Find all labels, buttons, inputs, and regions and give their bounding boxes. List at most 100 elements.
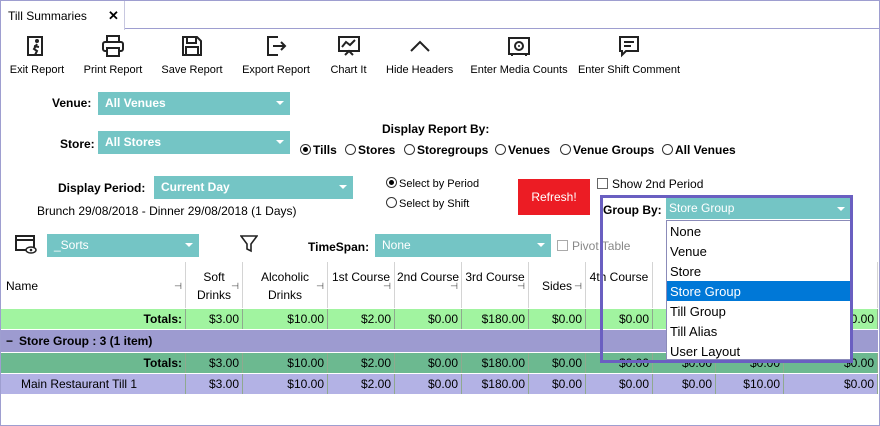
- column-header-alcoholic-drinks[interactable]: Alcoholic Drinks ⊣: [243, 262, 328, 308]
- table-cell: $0.00: [653, 374, 716, 394]
- table-cell: $180.00: [462, 309, 529, 329]
- view-icon[interactable]: [14, 234, 38, 256]
- venue-select[interactable]: All Venues: [98, 92, 290, 115]
- table-cell: $0.00: [395, 374, 462, 394]
- pin-icon[interactable]: ⊣: [450, 277, 458, 295]
- venue-label: Venue:: [52, 96, 92, 110]
- safe-icon: [508, 37, 530, 56]
- show-2nd-period-label: Show 2nd Period: [612, 177, 704, 191]
- exit-icon: [27, 36, 43, 56]
- column-header-3rd-course[interactable]: 3rd Course ⊣: [462, 262, 529, 308]
- radio-storegroups-label: Storegroups: [417, 143, 489, 157]
- header-label: 1st Course: [331, 270, 391, 284]
- chevron-down-icon: [537, 243, 545, 247]
- collapse-icon[interactable]: −: [6, 334, 13, 348]
- column-header-soft-drinks[interactable]: Soft Drinks ⊣: [186, 262, 243, 308]
- tab-till-summaries[interactable]: Till Summaries ✕: [1, 1, 125, 30]
- column-header-sides[interactable]: Sides ⊣: [529, 262, 586, 308]
- checkbox-box: [597, 178, 608, 189]
- table-cell: $0.00: [529, 309, 586, 329]
- timespan-label: TimeSpan:: [308, 240, 370, 254]
- print-report-button[interactable]: Print Report: [82, 34, 144, 76]
- table-cell: $2.00: [328, 353, 395, 373]
- show-2nd-period-checkbox[interactable]: Show 2nd Period: [597, 177, 703, 191]
- totals-label: Totals:: [1, 353, 186, 373]
- save-report-label: Save Report: [161, 64, 223, 76]
- radio-venue-groups-label: Venue Groups: [573, 143, 655, 157]
- export-report-label: Export Report: [242, 64, 310, 76]
- column-header-name[interactable]: Name ⊣: [1, 262, 186, 308]
- store-select[interactable]: All Stores: [98, 131, 290, 154]
- export-report-button[interactable]: Export Report: [241, 34, 311, 76]
- printer-icon: [102, 35, 124, 57]
- radio-venue-groups[interactable]: Venue Groups: [560, 143, 654, 157]
- pin-icon[interactable]: ⊣: [517, 277, 525, 295]
- close-icon[interactable]: ✕: [108, 8, 119, 24]
- comment-icon: [619, 36, 639, 58]
- chevron-down-icon: [339, 185, 347, 189]
- table-row[interactable]: Main Restaurant Till 1 $3.00 $10.00 $2.0…: [1, 374, 878, 394]
- radio-select-by-period[interactable]: Select by Period: [386, 177, 479, 190]
- timespan-select[interactable]: None: [375, 234, 551, 257]
- sorts-select[interactable]: _Sorts: [47, 234, 199, 257]
- hide-headers-button[interactable]: Hide Headers: [386, 34, 453, 76]
- enter-media-counts-label: Enter Media Counts: [470, 64, 568, 76]
- table-cell: $10.00: [716, 374, 784, 394]
- period-value: Current Day: [161, 180, 230, 194]
- select-by-period-label: Select by Period: [399, 178, 480, 190]
- chevron-down-icon: [185, 243, 193, 247]
- chart-it-button[interactable]: Chart It: [330, 34, 367, 76]
- table-cell: $0.00: [529, 353, 586, 373]
- pin-icon[interactable]: ⊣: [231, 277, 239, 295]
- period-select[interactable]: Current Day: [154, 176, 353, 199]
- chart-icon: [337, 36, 360, 56]
- table-cell: $10.00: [243, 374, 328, 394]
- table-cell: $0.00: [784, 374, 878, 394]
- filter-icon[interactable]: [240, 235, 258, 253]
- table-cell: $180.00: [462, 374, 529, 394]
- header-label: Name: [6, 279, 39, 293]
- save-icon: [182, 36, 202, 56]
- chevron-up-icon: [409, 40, 430, 52]
- pin-icon[interactable]: ⊣: [316, 277, 324, 295]
- pin-icon[interactable]: ⊣: [383, 277, 391, 295]
- radio-venues-label: Venues: [508, 143, 551, 157]
- radio-tills-label: Tills: [313, 143, 337, 157]
- radio-tills[interactable]: Tills: [300, 143, 337, 157]
- pin-icon[interactable]: ⊣: [574, 277, 582, 295]
- chart-it-label: Chart It: [330, 64, 367, 76]
- table-cell: $2.00: [328, 309, 395, 329]
- refresh-button[interactable]: Refresh!: [518, 179, 590, 215]
- group-label: Store Group : 3 (1 item): [19, 334, 153, 348]
- radio-venues[interactable]: Venues: [495, 143, 550, 157]
- radio-all-venues-label: All Venues: [675, 143, 736, 157]
- enter-media-counts-button[interactable]: Enter Media Counts: [470, 34, 568, 76]
- header-label: Alcoholic Drinks: [260, 270, 310, 302]
- print-report-label: Print Report: [83, 64, 143, 76]
- period-label: Display Period:: [58, 181, 146, 195]
- display-by-label: Display Report By:: [382, 122, 490, 136]
- sorts-value: _Sorts: [54, 238, 89, 252]
- radio-storegroups[interactable]: Storegroups: [404, 143, 488, 157]
- table-cell: $180.00: [462, 353, 529, 373]
- tab-strip: Till Summaries ✕: [0, 0, 880, 30]
- period-range: Brunch 29/08/2018 - Dinner 29/08/2018 (1…: [37, 204, 297, 218]
- header-label: Sides: [541, 279, 573, 293]
- enter-shift-comment-button[interactable]: Enter Shift Comment: [577, 34, 681, 76]
- select-by-shift-label: Select by Shift: [399, 198, 470, 210]
- pin-icon[interactable]: ⊣: [174, 277, 182, 295]
- chevron-down-icon: [276, 101, 284, 105]
- column-header-2nd-course[interactable]: 2nd Course ⊣: [395, 262, 462, 308]
- save-report-button[interactable]: Save Report: [161, 34, 223, 76]
- table-cell: $0.00: [395, 353, 462, 373]
- radio-dot: [300, 144, 311, 155]
- radio-dot: [495, 144, 506, 155]
- radio-select-by-shift[interactable]: Select by Shift: [386, 197, 469, 210]
- radio-stores[interactable]: Stores: [345, 143, 395, 157]
- store-label: Store:: [60, 137, 95, 151]
- exit-report-button[interactable]: Exit Report: [9, 34, 65, 76]
- radio-all-venues[interactable]: All Venues: [662, 143, 736, 157]
- radio-dot: [404, 144, 415, 155]
- radio-dot: [386, 177, 397, 188]
- column-header-1st-course[interactable]: 1st Course ⊣: [328, 262, 395, 308]
